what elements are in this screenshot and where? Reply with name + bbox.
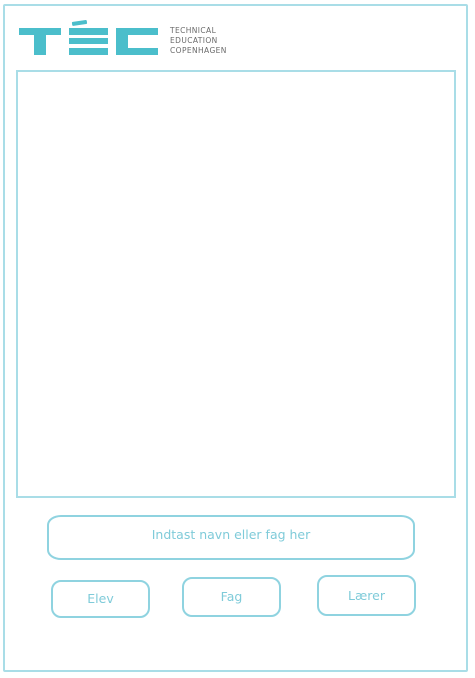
- results-panel: [16, 70, 456, 498]
- fag-button[interactable]: Fag: [182, 577, 281, 617]
- laerer-button[interactable]: Lærer: [317, 575, 416, 616]
- logo-line-copenhagen: COPENHAGEN: [170, 46, 227, 55]
- tec-logo: TECHNICAL EDUCATION COPENHAGEN: [19, 20, 249, 62]
- logo-text: TECHNICAL EDUCATION COPENHAGEN: [170, 26, 227, 56]
- search-input[interactable]: [49, 517, 413, 558]
- elev-button[interactable]: Elev: [51, 580, 150, 618]
- search-box[interactable]: [47, 515, 415, 560]
- logo-line-technical: TECHNICAL: [170, 26, 217, 35]
- tec-logo-mark: [19, 20, 158, 55]
- logo-line-education: EDUCATION: [170, 36, 218, 45]
